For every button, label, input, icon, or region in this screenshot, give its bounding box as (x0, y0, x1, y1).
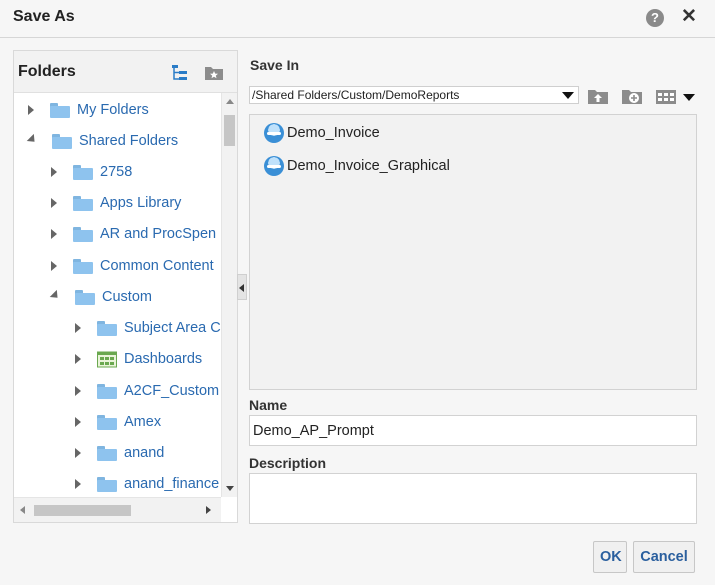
tree-item-dashboards[interactable]: Dashboards (73, 348, 202, 370)
tree-item-anand[interactable]: anand (73, 442, 164, 464)
folder-tree: My Folders Shared Folders 2758 Apps Libr… (14, 93, 221, 497)
close-icon[interactable]: ✕ (680, 7, 698, 27)
tree-view-icon[interactable] (170, 63, 190, 83)
save-in-label: Save In (250, 57, 300, 73)
expand-arrow-icon[interactable] (51, 261, 57, 271)
ok-button[interactable]: OK (593, 541, 627, 573)
collapse-arrow-icon[interactable] (26, 133, 39, 146)
description-field[interactable] (249, 473, 697, 524)
tree-item-label: My Folders (77, 102, 149, 118)
name-label: Name (249, 397, 288, 413)
folders-header: Folders (14, 51, 237, 93)
tree-item-label: Amex (124, 414, 162, 430)
tree-item-label: anand (124, 445, 165, 461)
file-item-label: Demo_Invoice (287, 125, 380, 141)
up-folder-icon[interactable] (587, 86, 609, 106)
expand-arrow-icon[interactable] (75, 386, 81, 396)
scroll-thumb[interactable] (224, 115, 235, 146)
scroll-right-icon[interactable] (206, 506, 211, 514)
tree-item-label: anand_finance (124, 476, 220, 492)
tree-item-label: Dashboards (124, 351, 203, 367)
report-icon (264, 156, 284, 176)
new-folder-icon[interactable] (621, 86, 643, 106)
tree-item-a2cf-custom[interactable]: A2CF_Custom (73, 380, 219, 402)
save-in-path-select[interactable]: /Shared Folders/Custom/DemoReports (249, 86, 579, 104)
expand-arrow-icon[interactable] (51, 229, 57, 239)
tree-item-anand-finance[interactable]: anand_finance (73, 473, 219, 495)
tree-item-shared-folders[interactable]: Shared Folders (26, 130, 178, 152)
folders-panel: Folders My Folders Shared Folders 2758 A… (13, 50, 238, 523)
tree-item-ar-and-procspen[interactable]: AR and ProcSpen (49, 223, 216, 245)
tree-item-label: Apps Library (100, 195, 182, 211)
scroll-up-icon[interactable] (226, 99, 234, 104)
scroll-left-icon[interactable] (20, 506, 25, 514)
folder-icon (75, 289, 95, 305)
folder-icon (97, 414, 117, 430)
tree-item-my-folders[interactable]: My Folders (26, 99, 149, 121)
favorite-folder-icon[interactable] (204, 63, 224, 83)
view-options-icon[interactable] (655, 86, 697, 106)
tree-item-custom[interactable]: Custom (49, 286, 152, 308)
folder-icon (73, 164, 93, 180)
tree-item-label: AR and ProcSpen (100, 226, 217, 242)
tree-item-label: Common Content (100, 258, 214, 274)
folder-icon (97, 320, 117, 336)
tree-item-subject-area[interactable]: Subject Area C (73, 317, 221, 339)
expand-arrow-icon[interactable] (51, 198, 57, 208)
expand-arrow-icon[interactable] (75, 323, 81, 333)
cancel-button[interactable]: Cancel (633, 541, 695, 573)
folders-title: Folders (18, 63, 76, 80)
expand-arrow-icon[interactable] (75, 479, 81, 489)
tree-item-2758[interactable]: 2758 (49, 161, 132, 183)
name-field[interactable] (249, 415, 697, 446)
folder-icon (50, 102, 70, 118)
scroll-thumb[interactable] (34, 505, 131, 516)
save-in-path-value: /Shared Folders/Custom/DemoReports (252, 88, 460, 102)
folder-icon (73, 226, 93, 242)
tree-item-apps-library[interactable]: Apps Library (49, 192, 181, 214)
tree-horizontal-scrollbar[interactable] (14, 497, 221, 522)
tree-item-label: 2758 (100, 164, 133, 180)
expand-arrow-icon[interactable] (51, 167, 57, 177)
expand-arrow-icon[interactable] (28, 105, 34, 115)
folder-icon (97, 383, 117, 399)
folder-icon (97, 445, 117, 461)
expand-arrow-icon[interactable] (75, 354, 81, 364)
list-item[interactable]: Demo_Invoice_Graphical (264, 156, 450, 176)
dialog-title: Save As (13, 8, 75, 25)
tree-item-label: A2CF_Custom (124, 383, 220, 399)
report-icon (264, 123, 284, 143)
scroll-down-icon[interactable] (226, 486, 234, 491)
expand-arrow-icon[interactable] (75, 448, 81, 458)
dialog-titlebar: Save As ? ✕ (0, 0, 715, 38)
list-item[interactable]: Demo_Invoice (264, 123, 380, 143)
panel-splitter-collapse-icon[interactable] (237, 274, 247, 300)
chevron-down-icon[interactable] (562, 92, 574, 99)
folder-icon (73, 258, 93, 274)
expand-arrow-icon[interactable] (75, 417, 81, 427)
tree-vertical-scrollbar[interactable] (221, 93, 237, 497)
tree-item-common-content[interactable]: Common Content (49, 255, 214, 277)
tree-item-label: Subject Area C (124, 320, 221, 336)
help-icon[interactable]: ? (646, 9, 664, 27)
dashboard-folder-icon (97, 351, 117, 367)
collapse-arrow-icon[interactable] (49, 289, 62, 302)
tree-item-amex[interactable]: Amex (73, 411, 161, 433)
description-label: Description (249, 455, 327, 471)
folder-icon (73, 195, 93, 211)
tree-item-label: Shared Folders (79, 133, 179, 149)
file-item-label: Demo_Invoice_Graphical (287, 158, 450, 174)
file-list: Demo_Invoice Demo_Invoice_Graphical (249, 114, 697, 390)
folder-icon (52, 133, 72, 149)
folder-icon (97, 476, 117, 492)
tree-item-label: Custom (102, 289, 152, 305)
